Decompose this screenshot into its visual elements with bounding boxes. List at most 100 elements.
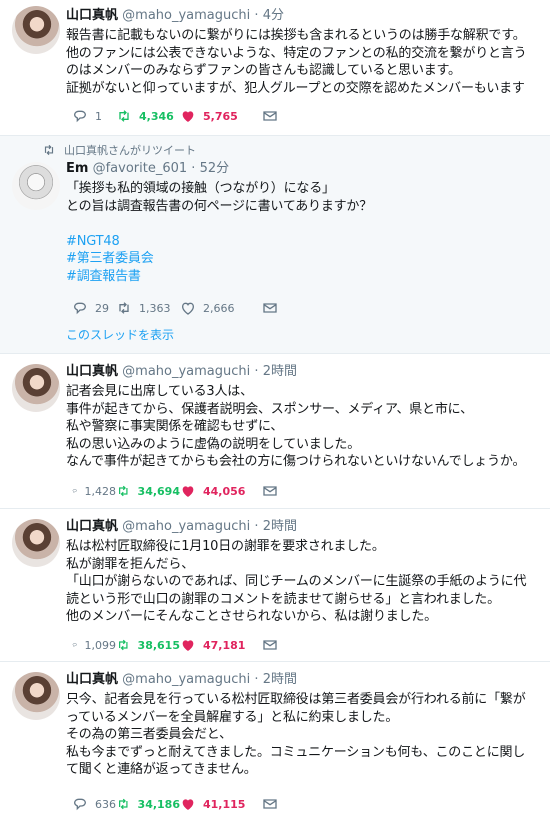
- like-button[interactable]: 44,056: [180, 483, 262, 499]
- tweet-actions: 1,099 38,615 47,181: [72, 637, 325, 653]
- retweet-button[interactable]: 1,363: [116, 300, 180, 316]
- timestamp[interactable]: 4分: [263, 8, 284, 23]
- avatar[interactable]: [12, 162, 60, 210]
- separator-dot: ·: [254, 8, 259, 23]
- author-name[interactable]: 山口真帆: [66, 519, 118, 534]
- tweet-text-line: 他のファンには公表できないような、特定のファンとの私的交流を繋がりと言う: [66, 45, 527, 61]
- reply-count: 1: [95, 109, 102, 123]
- message-icon: [263, 799, 277, 809]
- hashtag-link[interactable]: #NGT48: [66, 233, 540, 251]
- tweet-text-line: 私や警察に事実関係を確認もせずに、: [66, 419, 284, 434]
- tweet-content: 山口真帆 @maho_yamaguchi · 2時間 只今、記者会見を行っている…: [66, 672, 540, 779]
- tweet-content: 山口真帆 @maho_yamaguchi · 2時間 記者会見に出席している3人…: [66, 364, 540, 471]
- timestamp[interactable]: 52分: [200, 161, 230, 176]
- retweet-button[interactable]: 34,694: [116, 483, 180, 499]
- retweet-icon: [119, 639, 128, 651]
- tweet-text-line: のはメンバーのみならずファンの皆さんも認識していると思います。: [66, 63, 461, 78]
- tweet-timeline: 山口真帆 @maho_yamaguchi · 4分 報告書に記載もないのに繋がり…: [0, 0, 550, 818]
- tweet[interactable]: 山口真帆 @maho_yamaguchi · 2時間 記者会見に出席している3人…: [0, 354, 550, 509]
- separator-dot: ·: [254, 364, 259, 379]
- reply-button[interactable]: 1,428: [72, 483, 116, 499]
- direct-message-button[interactable]: [262, 637, 325, 653]
- author-name[interactable]: Em: [66, 161, 88, 176]
- tweet-text-line: 「山口が謝らないのであれば、同じチームのメンバーに生誕祭の手紙のように代: [66, 574, 527, 589]
- author-handle[interactable]: @maho_yamaguchi: [122, 364, 250, 379]
- retweet[interactable]: 山口真帆さんがリツイート Em @favorite_601 · 52分 「挨拶も…: [0, 136, 550, 354]
- tweet-text-line: 報告書に記載もないのに繋がりには挨拶も含まれるというのは勝手な解釈です。: [66, 28, 526, 43]
- tweet[interactable]: 山口真帆 @maho_yamaguchi · 2時間 私は松村匠取締役に1月10…: [0, 509, 550, 662]
- tweet-text: 只今、記者会見を行っている松村匠取締役は第三者委員会が行われる前に「繋が ってい…: [66, 691, 540, 779]
- tweet-text: 私は松村匠取締役に1月10日の謝罪を要求されました。 私が謝罪を拒んだら、 「山…: [66, 538, 540, 626]
- author-handle[interactable]: @favorite_601: [93, 161, 188, 176]
- avatar[interactable]: [12, 364, 60, 412]
- reply-icon: [73, 110, 87, 123]
- heart-icon: [182, 111, 194, 122]
- avatar[interactable]: [12, 6, 60, 54]
- timestamp[interactable]: 2時間: [263, 364, 297, 379]
- avatar[interactable]: [12, 672, 60, 720]
- tweet-header: Em @favorite_601 · 52分: [66, 161, 540, 177]
- tweet-text-line: 私も今までずっと耐えてきました。コミュニケーションも何も、このことに関し: [66, 744, 526, 760]
- retweet-icon: [119, 302, 129, 314]
- like-button[interactable]: 5,765: [180, 108, 262, 124]
- retweet-button[interactable]: 38,615: [116, 637, 180, 653]
- retweet-button[interactable]: 34,186: [116, 796, 180, 812]
- direct-message-button[interactable]: [262, 483, 325, 499]
- reply-icon: [73, 302, 87, 315]
- message-icon: [263, 486, 277, 496]
- author-name[interactable]: 山口真帆: [66, 364, 118, 379]
- reply-count: 1,099: [84, 638, 117, 652]
- author-handle[interactable]: @maho_yamaguchi: [122, 519, 250, 534]
- hashtag-link[interactable]: #調査報告書: [66, 268, 540, 286]
- reply-button[interactable]: 1: [72, 108, 116, 124]
- tweet-content: 山口真帆 @maho_yamaguchi · 4分 報告書に記載もないのに繋がり…: [66, 8, 540, 97]
- retweet-context[interactable]: 山口真帆さんがリツイート: [42, 142, 196, 158]
- like-count: 5,765: [203, 109, 238, 123]
- author-name[interactable]: 山口真帆: [66, 8, 118, 23]
- tweet-header: 山口真帆 @maho_yamaguchi · 4分: [66, 8, 540, 24]
- tweet-text-line: て聞くと連絡が返ってきません。: [66, 762, 257, 777]
- tweet[interactable]: 山口真帆 @maho_yamaguchi · 2時間 只今、記者会見を行っている…: [0, 662, 550, 818]
- show-thread-link[interactable]: このスレッドを表示: [66, 326, 174, 343]
- hashtag-link[interactable]: #第三者委員会: [66, 250, 540, 268]
- reply-button[interactable]: 1,099: [72, 637, 116, 653]
- heart-icon: [182, 486, 194, 497]
- retweeted-by-label: 山口真帆さんがリツイート: [64, 144, 196, 157]
- like-button[interactable]: 2,666: [180, 300, 262, 316]
- retweet-count: 34,694: [137, 484, 180, 498]
- reply-button[interactable]: 29: [72, 300, 116, 316]
- timestamp[interactable]: 2時間: [263, 672, 297, 687]
- tweet-text: 記者会見に出席している3人は、 事件が起きてから、保護者説明会、スポンサー、メデ…: [66, 383, 540, 471]
- retweet-icon: [119, 798, 128, 810]
- direct-message-button[interactable]: [262, 108, 325, 124]
- like-button[interactable]: 47,181: [180, 637, 262, 653]
- author-name[interactable]: 山口真帆: [66, 672, 118, 687]
- tweet-header: 山口真帆 @maho_yamaguchi · 2時間: [66, 364, 540, 380]
- timestamp[interactable]: 2時間: [263, 519, 297, 534]
- tweet[interactable]: 山口真帆 @maho_yamaguchi · 4分 報告書に記載もないのに繋がり…: [0, 0, 550, 136]
- retweet-button[interactable]: 4,346: [116, 108, 180, 124]
- tweet-actions: 1 4,346 5,765: [72, 108, 325, 124]
- like-count: 2,666: [203, 301, 235, 315]
- retweet-count: 34,186: [137, 797, 180, 811]
- tweet-text-line: 私の思い込みのように虚偽の説明をしていました。: [66, 436, 361, 452]
- author-handle[interactable]: @maho_yamaguchi: [122, 672, 250, 687]
- heart-icon: [181, 302, 195, 315]
- tweet-text: 報告書に記載もないのに繋がりには挨拶も含まれるというのは勝手な解釈です。 他のフ…: [66, 27, 540, 97]
- tweet-text-line: っているメンバーを全員解雇する」と私に約束しました。: [66, 709, 399, 725]
- retweet-count: 1,363: [139, 301, 171, 315]
- retweet-icon: [44, 144, 54, 156]
- direct-message-button[interactable]: [262, 300, 325, 316]
- tweet-text-line: 記者会見に出席している3人は、: [66, 384, 253, 399]
- tweet-text-line: 只今、記者会見を行っている松村匠取締役は第三者委員会が行われる前に「繋が: [66, 692, 526, 707]
- author-handle[interactable]: @maho_yamaguchi: [122, 8, 250, 23]
- message-icon: [263, 111, 277, 121]
- direct-message-button[interactable]: [262, 796, 325, 812]
- message-icon: [263, 640, 277, 650]
- avatar[interactable]: [12, 519, 60, 567]
- like-button[interactable]: 41,115: [180, 796, 262, 812]
- reply-button[interactable]: 636: [72, 796, 116, 812]
- heart-icon: [182, 799, 194, 810]
- heart-icon: [182, 640, 194, 651]
- tweet-header: 山口真帆 @maho_yamaguchi · 2時間: [66, 672, 540, 688]
